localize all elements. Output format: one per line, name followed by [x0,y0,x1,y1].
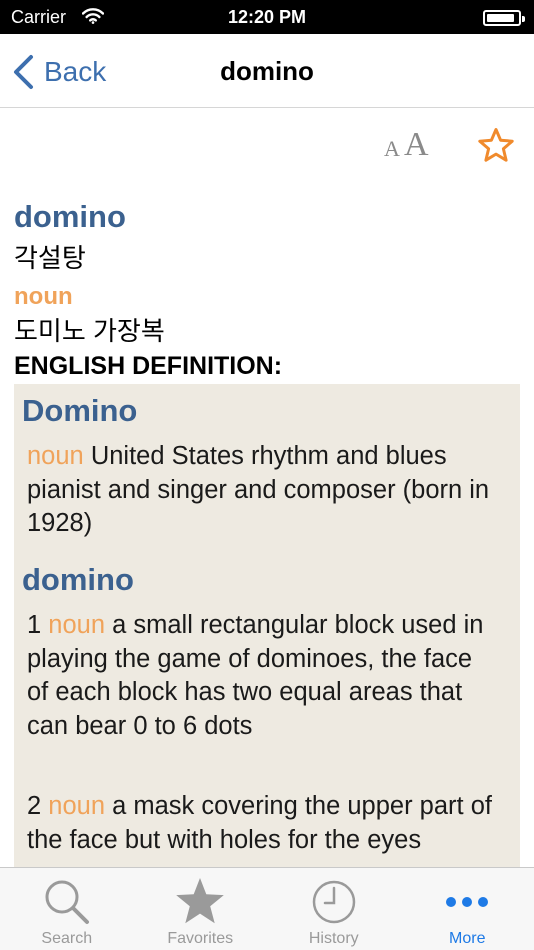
tab-search[interactable]: Search [0,868,134,950]
search-icon [0,876,134,928]
battery-level [487,14,514,22]
tab-label: History [308,930,359,947]
navigation-bar: Back domino [0,34,534,108]
sense-text: United States rhythm and blues pianist a… [27,442,490,537]
more-icon [401,876,534,928]
sense-pos: noun [48,611,106,639]
headword: domino [14,199,126,234]
font-size-large-icon: A [404,126,429,163]
font-size-button[interactable]: A A [382,126,434,164]
clock-icon [267,876,401,928]
sense-pos: noun [48,792,106,820]
tab-label: Favorites [167,930,234,947]
definition-panel: Domino noun United States rhythm and blu… [14,384,520,868]
sense-number: 2 [27,792,49,820]
font-size-small-icon: A [384,136,400,161]
tab-label: More [449,930,486,947]
definition-sense: 1 noun a small rectangular block used in… [27,609,497,743]
battery-nub [522,16,525,22]
tab-bar: Search Favorites History More [0,867,534,950]
definition-sense: 2 noun a mask covering the upper part of… [27,790,497,857]
star-icon [134,876,268,928]
definition-entry-title: Domino [22,393,138,428]
status-bar: Carrier 12:20 PM [0,0,534,34]
tab-favorites[interactable]: Favorites [134,868,268,950]
sense-pos: noun [27,442,84,470]
status-time: 12:20 PM [227,7,307,27]
battery-icon [483,10,525,26]
pos-translation: 도미노 가장복 [14,316,165,346]
tab-label: Search [41,930,93,947]
definition-sense: noun United States rhythm and blues pian… [27,440,497,541]
sense-number: 1 [27,611,49,639]
favorite-button[interactable] [476,126,516,166]
section-header: ENGLISH DEFINITION: [14,352,283,380]
tab-more[interactable]: More [401,868,534,950]
part-of-speech: noun [14,283,73,310]
headword-translation: 각설탕 [14,243,86,273]
star-outline-icon [476,128,516,170]
definition-entry-title: domino [22,562,134,597]
page-title: domino [220,56,314,86]
tab-history[interactable]: History [267,868,401,950]
